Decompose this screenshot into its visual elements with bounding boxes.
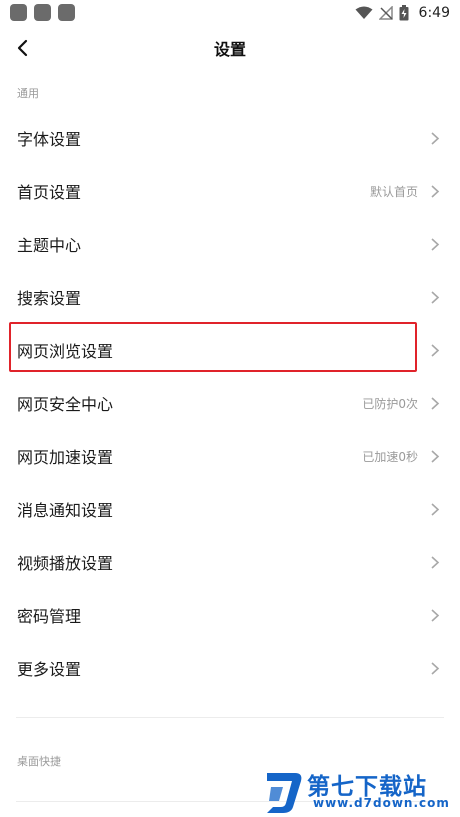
settings-item-label: 网页安全中心 [17, 395, 114, 414]
chevron-right-icon [431, 556, 440, 569]
chevron-right-icon [431, 291, 440, 304]
notification-icon [58, 4, 75, 21]
settings-item-video[interactable]: 视频播放设置 [0, 536, 460, 589]
section-divider [16, 717, 444, 718]
page-title: 设置 [213, 40, 246, 59]
settings-item-label: 字体设置 [17, 130, 82, 149]
chevron-right-icon [431, 238, 440, 251]
settings-item-label: 密码管理 [17, 607, 82, 626]
settings-item-more[interactable]: 更多设置 [0, 642, 460, 695]
settings-item-value: 已加速0秒 [362, 450, 418, 464]
section-label-desktop-shortcuts: 桌面快捷 [17, 755, 61, 768]
watermark: 第七下载站 www.d7down.com [263, 765, 455, 817]
chevron-right-icon [431, 609, 440, 622]
settings-item-label: 网页浏览设置 [17, 342, 114, 361]
settings-item-label: 搜索设置 [17, 289, 82, 308]
notification-icon [34, 4, 51, 21]
title-bar: 设置 [0, 26, 460, 70]
settings-item-value: 默认首页 [369, 185, 418, 199]
settings-item-label: 更多设置 [17, 660, 82, 679]
chevron-right-icon [431, 662, 440, 675]
section-label-general: 通用 [17, 87, 39, 100]
settings-item-label: 视频播放设置 [17, 554, 114, 573]
settings-item-homepage[interactable]: 首页设置 默认首页 [0, 165, 460, 218]
wifi-icon [355, 6, 373, 19]
settings-item-theme[interactable]: 主题中心 [0, 218, 460, 271]
watermark-logo-icon [267, 773, 302, 813]
chevron-right-icon [431, 397, 440, 410]
battery-icon [399, 5, 409, 21]
settings-item-label: 首页设置 [17, 183, 82, 202]
chevron-right-icon [431, 450, 440, 463]
notification-icon [10, 4, 27, 21]
chevron-right-icon [431, 344, 440, 357]
settings-item-search[interactable]: 搜索设置 [0, 271, 460, 324]
watermark-url: www.d7down.com [313, 796, 450, 810]
settings-item-notifications[interactable]: 消息通知设置 [0, 483, 460, 536]
chevron-right-icon [431, 132, 440, 145]
no-signal-icon [378, 6, 393, 20]
settings-item-browsing[interactable]: 网页浏览设置 [0, 324, 460, 377]
clock: 6:49 [418, 5, 450, 21]
settings-item-label: 主题中心 [17, 236, 82, 255]
settings-item-font[interactable]: 字体设置 [0, 112, 460, 165]
settings-item-label: 消息通知设置 [17, 501, 114, 520]
settings-item-passwords[interactable]: 密码管理 [0, 589, 460, 642]
settings-item-security[interactable]: 网页安全中心 已防护0次 [0, 377, 460, 430]
settings-item-label: 网页加速设置 [17, 448, 114, 467]
settings-item-value: 已防护0次 [362, 397, 418, 411]
chevron-right-icon [431, 185, 440, 198]
settings-item-acceleration[interactable]: 网页加速设置 已加速0秒 [0, 430, 460, 483]
status-bar: 6:49 [0, 0, 460, 26]
chevron-right-icon [431, 503, 440, 516]
